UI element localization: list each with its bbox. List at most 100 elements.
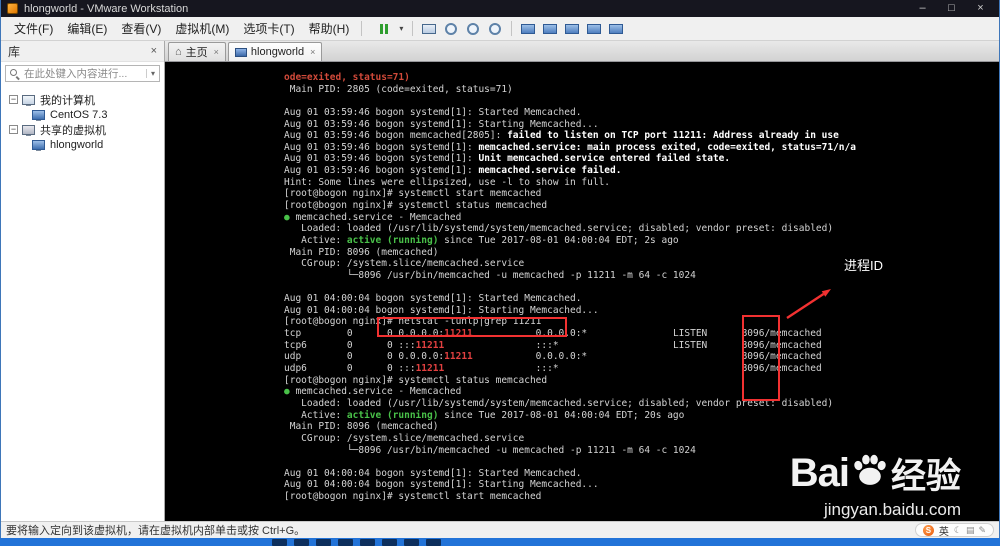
tree-item-label: CentOS 7.3	[50, 108, 108, 121]
terminal-line: └─8096 /usr/bin/memcached -u memcached -…	[284, 444, 696, 456]
vm-icon	[32, 139, 45, 151]
window-title: hlongworld - VMware Workstation	[24, 2, 189, 15]
main-area: 库 × 在此处键入内容进行... ▾ − 我的计算机 CentOS 7.3 − 共享的虚…	[1, 41, 999, 521]
tab-label: 主页	[185, 47, 208, 59]
terminal-line: Hint: Some lines were ellipsized, use -l…	[284, 176, 611, 188]
taskbar-app-icon[interactable]	[272, 539, 287, 546]
ime-bar[interactable]: S 英 ☾ ▤ ✎	[914, 523, 994, 538]
windows-taskbar[interactable]	[0, 538, 1000, 546]
collapse-toggle-icon[interactable]: −	[9, 125, 18, 134]
menu-item[interactable]: 文件(F)	[7, 17, 60, 40]
ime-tool-icon[interactable]: ✎	[978, 525, 986, 536]
show-thumbnail-bar-button[interactable]	[606, 20, 626, 38]
ime-tool-icon[interactable]: ☾	[954, 525, 962, 536]
taskbar-app-icon[interactable]	[338, 539, 353, 546]
ime-tool-icon[interactable]: ▤	[966, 525, 975, 536]
computer-icon	[22, 94, 35, 106]
taskbar-app-icon[interactable]	[294, 539, 309, 546]
library-header: 库 ×	[1, 41, 164, 62]
fullscreen-button[interactable]	[562, 20, 582, 38]
tab-close-icon[interactable]: ×	[310, 47, 315, 57]
power-options-dropdown[interactable]: ▾	[396, 20, 406, 38]
menu-item[interactable]: 虚拟机(M)	[168, 17, 236, 40]
tree-item-CentOS 7.3[interactable]: CentOS 7.3	[1, 107, 164, 122]
close-button[interactable]: ×	[966, 1, 995, 17]
annotation-box-netstat-command	[377, 317, 567, 337]
watermark-bai-text: Bai	[789, 451, 850, 495]
take-snapshot-button[interactable]	[441, 20, 461, 38]
watermark-jingyan-text: 经验	[890, 457, 961, 496]
library-search-input[interactable]: 在此处键入内容进行... ▾	[5, 65, 160, 82]
menu-item[interactable]: 帮助(H)	[302, 17, 357, 40]
toolbar-separator	[511, 21, 513, 36]
taskbar-app-icon[interactable]	[404, 539, 419, 546]
terminal-line: Main PID: 2805 (code=exited, status=71)	[284, 83, 513, 95]
library-close-icon[interactable]: ×	[151, 45, 157, 57]
ime-logo-icon[interactable]: S	[922, 524, 934, 536]
revert-snapshot-button[interactable]	[463, 20, 483, 38]
show-library-button[interactable]	[518, 20, 538, 38]
tab-主页[interactable]: ⌂ 主页 ×	[168, 42, 226, 61]
unity-mode-button[interactable]	[584, 20, 604, 38]
search-icon	[10, 68, 20, 79]
tree-item-hlongworld[interactable]: hlongworld	[1, 137, 164, 152]
toolbar-separator	[412, 21, 414, 36]
process-id-arrow-icon	[786, 289, 831, 320]
taskbar-app-icon[interactable]	[382, 539, 397, 546]
show-library-button-glyph	[521, 23, 536, 34]
terminal-line: Main PID: 8096 (memcached)	[284, 421, 439, 433]
tree-item-label: hlongworld	[50, 138, 104, 151]
terminal-line: [root@bogon nginx]# systemctl start memc…	[284, 188, 542, 200]
terminal-line: ● memcached.service - Memcached	[284, 211, 462, 223]
terminal-line: Active: active (running) since Tue 2017-…	[284, 234, 679, 246]
title-bar: hlongworld - VMware Workstation – □ ×	[1, 0, 999, 17]
menu-item[interactable]: 查看(V)	[114, 17, 168, 40]
tab-close-icon[interactable]: ×	[214, 47, 219, 57]
terminal-line: └─8096 /usr/bin/memcached -u memcached -…	[284, 269, 696, 281]
vm-icon	[234, 47, 247, 57]
vm-console[interactable]: ode=exited, status=71) Main PID: 2805 (c…	[165, 62, 999, 521]
tree-item-我的计算机[interactable]: − 我的计算机	[1, 92, 164, 107]
search-placeholder: 在此处键入内容进行...	[24, 68, 128, 80]
taskbar-app-icon[interactable]	[426, 539, 441, 546]
send-ctrl-alt-del-button-glyph	[422, 23, 437, 34]
terminal-output: ode=exited, status=71) Main PID: 2805 (c…	[284, 72, 856, 503]
toolbar-separator	[361, 21, 363, 36]
menu-items: 文件(F) 编辑(E) 查看(V) 虚拟机(M) 选项卡(T) 帮助(H)	[7, 17, 356, 40]
status-bar: 要将输入定向到该虚拟机，请在虚拟机内部单击或按 Ctrl+G。 S 英 ☾ ▤ ✎	[1, 521, 999, 538]
power-pause-button[interactable]	[374, 20, 394, 38]
ime-language-mode[interactable]: 英	[939, 523, 949, 538]
console-view-button[interactable]	[540, 20, 560, 38]
tab-label: hlongworld	[250, 46, 305, 58]
window-controls: – □ ×	[908, 1, 995, 17]
terminal-line: Main PID: 8096 (memcached)	[284, 246, 439, 258]
manage-snapshots-button[interactable]	[485, 20, 505, 38]
library-title: 库	[8, 44, 21, 59]
annotation-box-process-id-column	[742, 315, 780, 401]
status-message: 要将输入定向到该虚拟机，请在虚拟机内部单击或按 Ctrl+G。	[6, 525, 306, 537]
terminal-line: Aug 01 03:59:46 bogon systemd[1]: Unit m…	[284, 153, 731, 165]
taskbar-app-icon[interactable]	[360, 539, 375, 546]
tree-item-共享的虚拟机[interactable]: − 共享的虚拟机	[1, 122, 164, 137]
terminal-line: Aug 01 03:59:46 bogon memcached[2805]: f…	[284, 130, 839, 142]
library-panel: 库 × 在此处键入内容进行... ▾ − 我的计算机 CentOS 7.3 − 共享的虚…	[1, 41, 165, 521]
collapse-toggle-icon[interactable]: −	[9, 95, 18, 104]
minimize-button[interactable]: –	[908, 1, 937, 17]
toolbar-icons: ▾	[373, 20, 627, 38]
terminal-line: Active: active (running) since Tue 2017-…	[284, 409, 685, 421]
terminal-line: CGroup: /system.slice/memcached.service	[284, 258, 525, 270]
menu-item[interactable]: 编辑(E)	[60, 17, 114, 40]
tab-hlongworld[interactable]: hlongworld ×	[227, 42, 323, 61]
terminal-line: Aug 01 04:00:04 bogon systemd[1]: Starte…	[284, 467, 582, 479]
terminal-line: Aug 01 03:59:46 bogon systemd[1]: Starte…	[284, 106, 582, 118]
taskbar-app-icon[interactable]	[316, 539, 331, 546]
menu-item[interactable]: 选项卡(T)	[236, 17, 301, 40]
tree-item-label: 我的计算机	[40, 94, 95, 107]
maximize-button[interactable]: □	[937, 1, 966, 17]
search-dropdown-icon[interactable]: ▾	[145, 69, 155, 78]
terminal-line: [root@bogon nginx]# systemctl start memc…	[284, 491, 542, 503]
send-ctrl-alt-del-button[interactable]	[419, 20, 439, 38]
library-tree: − 我的计算机 CentOS 7.3 − 共享的虚拟机 hlongworld	[1, 85, 164, 152]
